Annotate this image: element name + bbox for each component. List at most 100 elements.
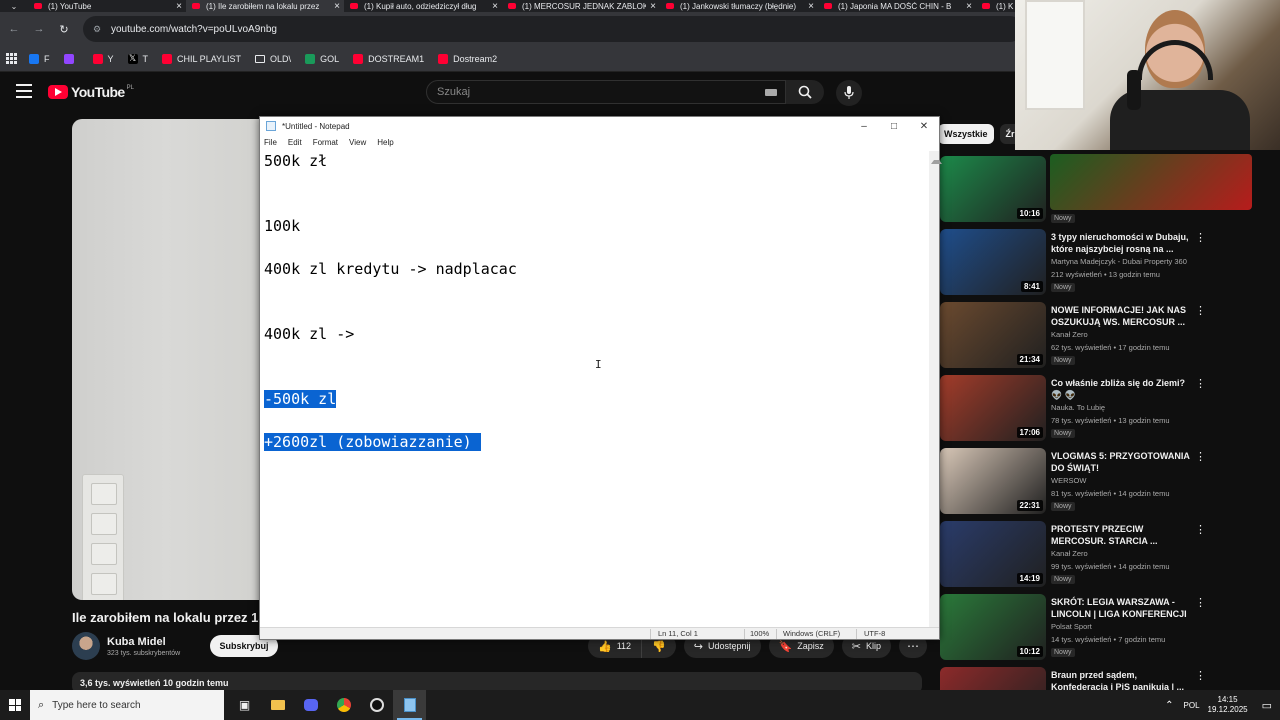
menu-item-help[interactable]: Help [377,138,393,147]
search-button[interactable] [786,80,824,104]
recommended-channel[interactable]: Polsat Sport [1051,622,1092,631]
notepad-text-area[interactable]: 500k zł 100k 400k zl kredytu -> nadplacac 4… [260,151,930,627]
menu-icon[interactable] [16,84,32,98]
bookmark-label: CHIL PLAYLIST [177,53,242,64]
more-vertical-icon[interactable]: ⋮ [1195,450,1206,463]
bookmark-item[interactable]: GOL [305,53,339,64]
tab-close-icon[interactable]: × [330,1,344,12]
recommended-title[interactable]: 3 typy nieruchomości w Dubaju, które naj… [1051,231,1193,255]
address-bar[interactable]: ⚙ youtube.com/watch?v=poULvoA9nbg [83,16,1023,42]
recommended-title[interactable]: NOWE INFORMACJE! JAK NAS OSZUKUJĄ WS. ME… [1051,304,1193,328]
notepad-titlebar[interactable]: *Untitled - Notepad – □ ✕ [260,117,939,135]
recommended-title[interactable]: SKRÓT: LEGIA WARSZAWA - LINCOLN | LIGA K… [1051,596,1193,620]
channel-name[interactable]: Kuba Midel [107,636,180,648]
video-thumbnail[interactable]: 14:19 [940,521,1046,587]
recommended-video[interactable]: 10:16 Nowy [940,154,1280,224]
recommended-title[interactable]: VLOGMAS 5: PRZYGOTOWANIA DO ŚWIĄT! [1051,450,1193,474]
menu-item-edit[interactable]: Edit [288,138,302,147]
minimize-button[interactable]: – [849,117,879,135]
recommended-video[interactable]: 17:06 Co właśnie zbliża się do Ziemi? 👽 👽… [940,375,1280,443]
vertical-scrollbar[interactable] [929,151,942,627]
reload-icon[interactable]: ↻ [53,18,75,40]
video-thumbnail[interactable]: 8:41 [940,229,1046,295]
browser-tab[interactable]: (1) Jankowski tłumaczy (błędnie) × [660,0,818,12]
browser-tab[interactable]: (1) Kupił auto, odziedziczył dług × [344,0,502,12]
language-indicator[interactable]: POL [1184,701,1200,710]
chip-all[interactable]: Wszystkie [938,124,994,144]
taskbar-search-input[interactable]: ⌕ Type here to search [30,690,224,720]
browser-tab[interactable]: (1) YouTube × [28,0,186,12]
tab-close-icon[interactable]: × [646,1,660,12]
menu-item-view[interactable]: View [349,138,366,147]
file-explorer-icon[interactable] [261,690,294,720]
recommended-video[interactable]: 10:12 SKRÓT: LEGIA WARSZAWA - LINCOLN | L… [940,594,1280,662]
chrome-icon[interactable] [327,690,360,720]
tray-chevron-icon[interactable]: ⌃ [1165,700,1173,711]
bookmark-item[interactable]: Y [92,53,114,64]
keyboard-icon[interactable] [765,89,777,96]
bookmark-item[interactable] [63,53,79,64]
video-thumbnail[interactable]: 21:34 [940,302,1046,368]
video-thumbnail[interactable]: 10:16 [940,156,1046,222]
tab-close-icon[interactable]: × [172,1,186,12]
obs-icon[interactable] [360,690,393,720]
bookmark-item[interactable]: OLD\ [255,54,291,64]
clock[interactable]: 14:15 19.12.2025 [1208,695,1248,715]
promo-banner-image[interactable] [1050,154,1252,210]
menu-item-file[interactable]: File [264,138,277,147]
more-vertical-icon[interactable]: ⋮ [1195,523,1206,536]
recommended-channel[interactable]: WERSOW [1051,476,1086,485]
video-thumbnail[interactable]: 10:12 [940,594,1046,660]
bookmark-item[interactable]: 𝕏T [127,53,148,64]
close-button[interactable]: ✕ [909,117,939,135]
tab-close-icon[interactable]: × [962,1,976,12]
video-thumbnail[interactable]: 17:06 [940,375,1046,441]
site-info-icon[interactable]: ⚙ [93,24,103,35]
recommended-video[interactable]: 8:41 3 typy nieruchomości w Dubaju, które… [940,229,1280,297]
recommended-channel[interactable]: Martyna Madejczyk - Dubai Property 360 [1051,257,1187,266]
more-vertical-icon[interactable]: ⋮ [1195,669,1206,682]
recommended-channel[interactable]: Nauka. To Lubię [1051,403,1105,412]
more-vertical-icon[interactable]: ⋮ [1195,304,1206,317]
notepad-window[interactable]: *Untitled - Notepad – □ ✕ File Edit Format… [259,116,942,640]
apps-grid-icon[interactable] [6,53,17,64]
bookmark-item[interactable]: CHIL PLAYLIST [162,53,242,64]
forward-icon[interactable]: → [28,18,50,40]
video-thumbnail[interactable]: 22:31 [940,448,1046,514]
text-line: 100k [264,216,930,238]
recommended-channel[interactable]: Kanał Zero [1051,330,1088,339]
browser-tab[interactable]: (1) Japonia MA DOŚĆ CHIN - B × [818,0,976,12]
clip-label: Klip [865,641,881,651]
back-icon[interactable]: ← [3,18,25,40]
recommended-video[interactable]: 22:31 VLOGMAS 5: PRZYGOTOWANIA DO ŚWIĄT! W… [940,448,1280,516]
tab-close-icon[interactable]: × [488,1,502,12]
filter-chips: Wszystkie Źr [938,124,1027,144]
bookmark-item[interactable]: F [29,53,50,64]
discord-icon[interactable] [294,690,327,720]
more-vertical-icon[interactable]: ⋮ [1195,596,1206,609]
voice-search-button[interactable] [836,80,862,106]
bookmark-item[interactable]: Dostream2 [438,53,497,64]
youtube-logo[interactable]: YouTube PL [48,84,134,100]
notepad-taskbar-icon[interactable] [393,690,426,720]
task-view-icon[interactable]: ▣ [228,690,261,720]
tab-search-icon[interactable]: ⌄ [0,0,28,12]
recommended-title[interactable]: PROTESTY PRZECIW MERCOSUR. STARCIA ... [1051,523,1193,547]
more-vertical-icon[interactable]: ⋮ [1195,231,1206,244]
recommended-title[interactable]: Co właśnie zbliża się do Ziemi? 👽 👽 [1051,377,1193,401]
recommended-video[interactable]: 14:19 PROTESTY PRZECIW MERCOSUR. STARCIA … [940,521,1280,589]
notifications-icon[interactable]: ▭ [1262,699,1272,712]
more-vertical-icon[interactable]: ⋮ [1195,377,1206,390]
bookmark-item[interactable]: DOSTREAM1 [353,53,424,64]
maximize-button[interactable]: □ [879,117,909,135]
tab-close-icon[interactable]: × [804,1,818,12]
menu-item-format[interactable]: Format [313,138,338,147]
video-player[interactable] [72,119,260,600]
channel-avatar[interactable] [72,632,100,660]
search-input[interactable]: Szukaj [426,80,786,104]
recommended-video[interactable]: 21:34 NOWE INFORMACJE! JAK NAS OSZUKUJĄ W… [940,302,1280,370]
browser-tab[interactable]: (1) Ile zarobiłem na lokalu przez × [186,0,344,12]
recommended-channel[interactable]: Kanał Zero [1051,549,1088,558]
start-button[interactable] [0,690,30,720]
browser-tab[interactable]: (1) MERCOSUR JEDNAK ZABLOK × [502,0,660,12]
